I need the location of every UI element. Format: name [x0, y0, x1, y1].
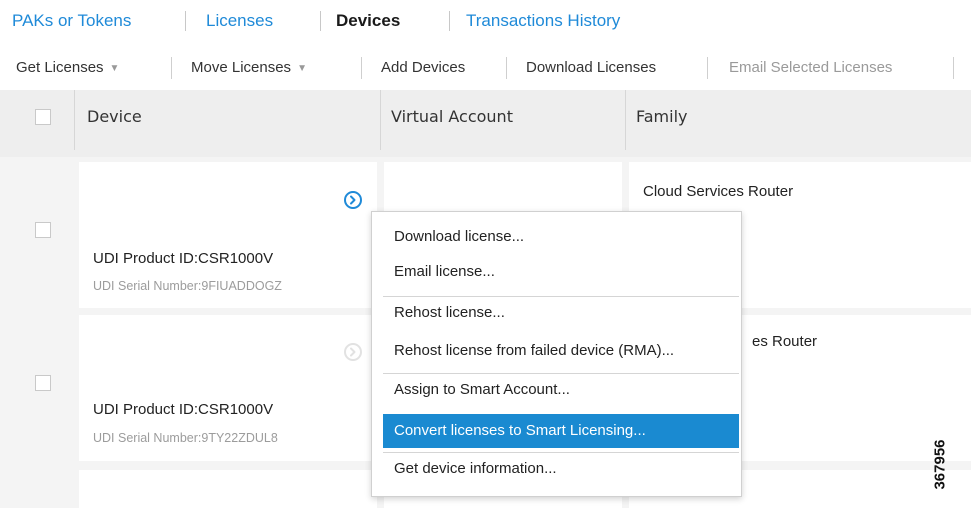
row-checkbox[interactable] [35, 375, 51, 391]
tab-paks-or-tokens[interactable]: PAKs or Tokens [12, 10, 131, 32]
add-devices-button[interactable]: Add Devices [381, 58, 465, 78]
menu-item-download-license[interactable]: Download license... [383, 222, 739, 252]
menu-item-rehost-license-rma[interactable]: Rehost license from failed device (RMA).… [383, 336, 739, 366]
menu-item-rehost-license[interactable]: Rehost license... [383, 298, 739, 328]
chevron-circle-right-icon[interactable] [344, 191, 362, 209]
column-header-family[interactable]: Family [636, 90, 687, 157]
menu-item-email-license[interactable]: Email license... [383, 257, 739, 287]
toolbar-divider [171, 57, 172, 79]
download-licenses-button[interactable]: Download Licenses [526, 58, 656, 78]
udi-product-id: UDI Product ID:CSR1000V [93, 250, 274, 267]
table-header: Device Virtual Account Family [0, 90, 971, 157]
column-header-device[interactable]: Device [87, 90, 142, 157]
caret-down-icon: ▼ [297, 63, 307, 74]
select-all-checkbox[interactable] [35, 109, 51, 125]
tab-transactions-history[interactable]: Transactions History [466, 10, 620, 32]
udi-product-id: UDI Product ID:CSR1000V [93, 401, 274, 418]
menu-divider [383, 373, 739, 374]
get-licenses-dropdown[interactable]: Get Licenses ▼ [16, 58, 119, 80]
toolbar-divider [361, 57, 362, 79]
menu-divider [383, 452, 739, 453]
figure-number-text: 367956 [931, 439, 949, 490]
chevron-circle-right-icon[interactable] [344, 343, 362, 361]
column-divider [74, 90, 75, 150]
family-value-partial: es Router [752, 333, 818, 350]
toolbar-divider [953, 57, 954, 79]
toolbar-divider [707, 57, 708, 79]
menu-divider [383, 296, 739, 297]
tab-divider [449, 11, 450, 31]
family-value: Cloud Services Router [643, 183, 794, 200]
toolbar-divider [506, 57, 507, 79]
device-actions-menu: Download license... Email license... Reh… [371, 211, 742, 497]
action-toolbar: Get Licenses ▼ Move Licenses ▼ Add Devices… [0, 46, 971, 90]
move-licenses-dropdown[interactable]: Move Licenses ▼ [191, 58, 307, 80]
menu-item-convert-smart-licensing[interactable]: Convert licenses to Smart Licensing... [383, 414, 739, 448]
menu-item-assign-smart-account[interactable]: Assign to Smart Account... [383, 375, 739, 405]
udi-serial-number: UDI Serial Number:9FIUADDOGZ [93, 279, 282, 293]
tab-divider [185, 11, 186, 31]
tab-divider [320, 11, 321, 31]
email-selected-licenses-button[interactable]: Email Selected Licenses [729, 58, 892, 78]
udi-serial-number: UDI Serial Number:9TY22ZDUL8 [93, 431, 278, 445]
menu-item-get-device-information[interactable]: Get device information... [383, 454, 739, 484]
tab-devices[interactable]: Devices [336, 10, 400, 32]
row-checkbox[interactable] [35, 222, 51, 238]
column-divider [625, 90, 626, 150]
device-cell [79, 470, 377, 508]
figure-number: 367956 [932, 430, 970, 508]
tab-bar: PAKs or Tokens Licenses Devices Transact… [0, 0, 971, 42]
tab-licenses[interactable]: Licenses [206, 10, 273, 32]
column-header-virtual-account[interactable]: Virtual Account [391, 90, 513, 157]
get-licenses-label: Get Licenses [16, 59, 104, 76]
column-divider [380, 90, 381, 150]
move-licenses-label: Move Licenses [191, 59, 292, 76]
caret-down-icon: ▼ [109, 63, 120, 74]
